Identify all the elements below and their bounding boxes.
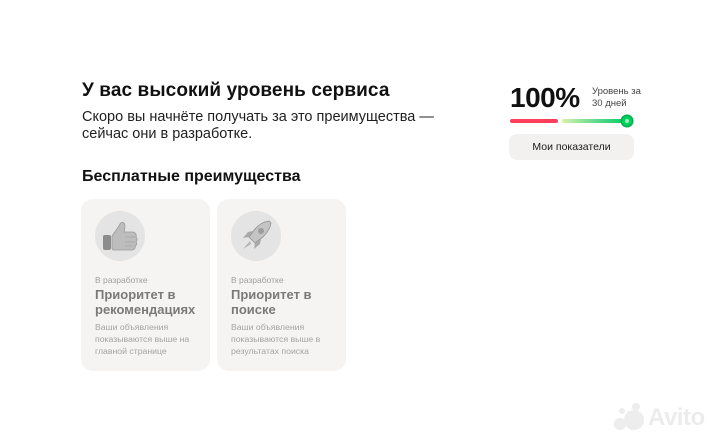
service-level-value: 100% bbox=[510, 82, 580, 113]
avito-logo-icon bbox=[614, 403, 644, 430]
card-title: Приоритет в поиске bbox=[231, 287, 312, 317]
card-title: Приоритет в рекомендациях bbox=[95, 287, 196, 317]
benefit-card-search: В разработке Приоритет в поиске Ваши объ… bbox=[217, 199, 346, 371]
card-description: Ваши объявления показываются выше в резу… bbox=[231, 322, 321, 356]
avito-watermark: Avito bbox=[612, 402, 712, 436]
page-title: У вас высокий уровень сервиса bbox=[82, 80, 390, 101]
my-metrics-button[interactable]: Мои показатели bbox=[509, 134, 634, 160]
avito-wordmark: Avito bbox=[648, 404, 705, 431]
bar-high-segment bbox=[562, 119, 626, 123]
service-level-label: Уровень за 30 дней bbox=[592, 86, 641, 109]
card-status: В разработке bbox=[95, 275, 148, 285]
section-title: Бесплатные преимущества bbox=[82, 168, 301, 185]
thumbs-up-icon bbox=[95, 211, 145, 261]
card-description: Ваши объявления показываются выше на гла… bbox=[95, 322, 190, 356]
page-subtitle: Скоро вы начнёте получать за это преимущ… bbox=[82, 109, 434, 142]
bar-low-segment bbox=[510, 119, 558, 123]
benefit-card-recommendations: В разработке Приоритет в рекомендациях В… bbox=[81, 199, 210, 371]
card-status: В разработке bbox=[231, 275, 284, 285]
rocket-icon bbox=[231, 211, 281, 261]
bar-level-marker bbox=[622, 116, 632, 126]
